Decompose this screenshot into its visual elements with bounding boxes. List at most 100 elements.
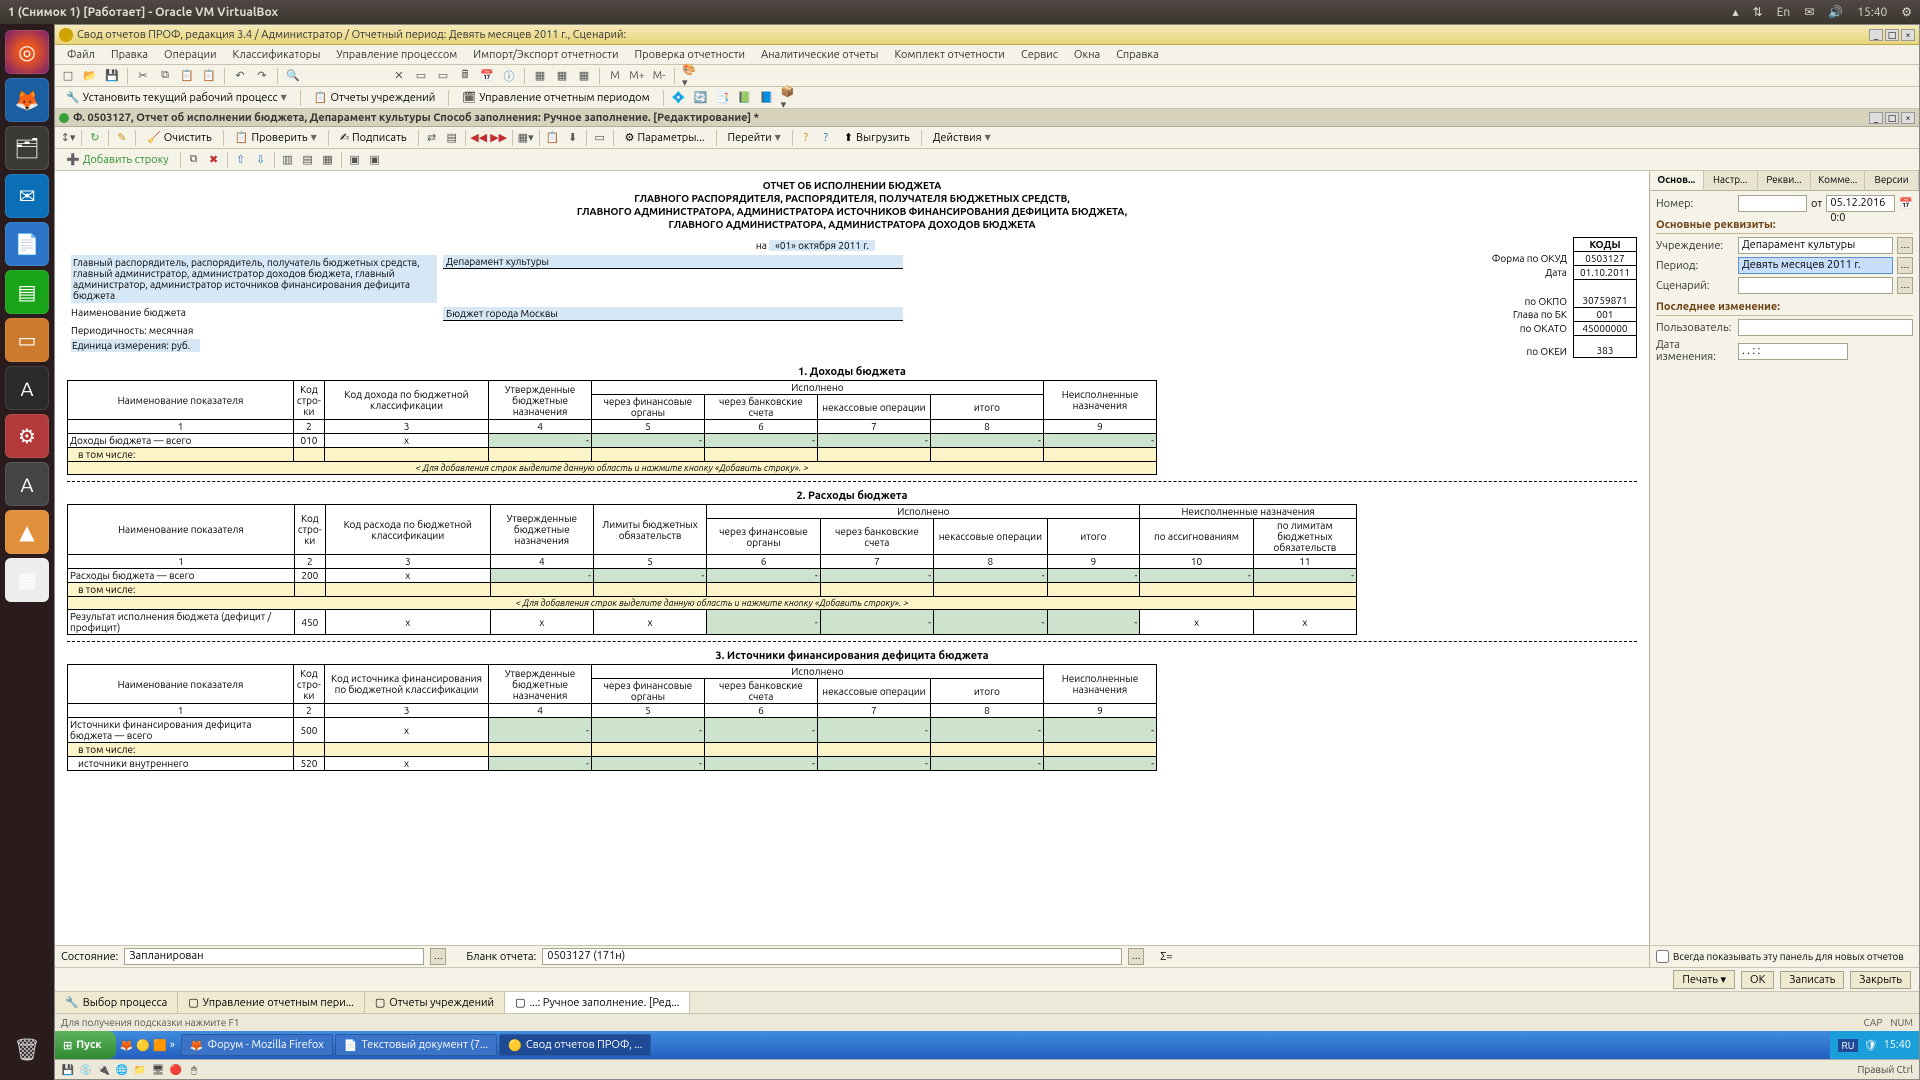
row-down-icon[interactable]: ⇩ <box>252 151 270 169</box>
chgdate-field[interactable]: . . : : <box>1738 343 1848 360</box>
tb2-i1[interactable]: 💠 <box>670 89 688 107</box>
menu-kit[interactable]: Комплект отчетности <box>888 47 1010 63</box>
reports-button[interactable]: 📋 Отчеты учреждений <box>307 88 443 107</box>
period-field[interactable]: Девять месяцев 2011 г. <box>1738 257 1893 274</box>
menu-check[interactable]: Проверка отчетности <box>629 47 751 63</box>
start-button[interactable]: ⊞ Пуск <box>55 1031 116 1059</box>
add-row-button[interactable]: ➕ Добавить строку <box>59 150 176 169</box>
ctx-i1[interactable]: ↕▾ <box>59 129 77 147</box>
gear-icon[interactable]: ⚙ <box>1901 5 1912 19</box>
ctx-help2[interactable]: ? <box>817 129 835 147</box>
minimize-button[interactable]: _ <box>1869 29 1883 41</box>
files-icon[interactable]: 🗂 <box>5 126 49 170</box>
clear-button[interactable]: 🧹 Очистить <box>140 128 219 147</box>
keyboard-lang[interactable]: En <box>1777 6 1791 19</box>
undo-icon[interactable]: ↶ <box>231 67 249 85</box>
tab-comments[interactable]: Комме... <box>1811 171 1865 190</box>
set-process-button[interactable]: 🔧 Установить текущий рабочий процесс▼ <box>59 88 294 107</box>
sources-table[interactable]: Наименование показателя Код стро-ки Код … <box>67 664 1157 771</box>
tab-req[interactable]: Рекви... <box>1758 171 1812 190</box>
workspace-icon[interactable]: ▦ <box>5 558 49 602</box>
menu-class[interactable]: Классификаторы <box>226 47 326 63</box>
period-picker[interactable]: … <box>1897 257 1913 274</box>
xp-tray-icon[interactable]: 🛡 <box>1864 1039 1878 1052</box>
close-button[interactable]: × <box>1901 29 1915 41</box>
menu-service[interactable]: Сервис <box>1015 47 1064 63</box>
clock[interactable]: 15:40 <box>1857 6 1887 19</box>
check-button[interactable]: 📋 Проверить▼ <box>228 128 324 147</box>
menu-windows[interactable]: Окна <box>1068 47 1106 63</box>
tb2-i2[interactable]: 🔄 <box>692 89 710 107</box>
expense-table[interactable]: Наименование показателя Код стро-ки Код … <box>67 504 1357 635</box>
org-picker[interactable]: … <box>1897 237 1913 254</box>
period-button[interactable]: 🗓 Управление отчетным периодом <box>455 88 656 107</box>
tab-versions[interactable]: Версии <box>1865 171 1919 190</box>
user-field[interactable] <box>1738 319 1913 336</box>
ctx-i8[interactable]: ▶▶ <box>490 129 508 147</box>
sound-icon[interactable]: 🔊 <box>1828 5 1843 19</box>
doc-max-button[interactable]: □ <box>1885 112 1899 124</box>
sign-button[interactable]: ✍ Подписать <box>333 128 414 147</box>
ctx-i11[interactable]: ⬇ <box>564 129 582 147</box>
ctx-i12[interactable]: ▭ <box>591 129 609 147</box>
copy-row-icon[interactable]: ⧉ <box>185 151 203 169</box>
ctx-refresh[interactable]: ↻ <box>86 129 104 147</box>
ctx-i9[interactable]: ▦▾ <box>517 129 535 147</box>
menu-ops[interactable]: Операции <box>158 47 222 63</box>
ql-chev[interactable]: » <box>170 1039 175 1052</box>
state-field[interactable]: Запланирован <box>124 948 424 965</box>
ctx-help1[interactable]: ? <box>797 129 815 147</box>
tb2-i6[interactable]: 📦▾ <box>780 89 798 107</box>
always-show-checkbox[interactable] <box>1656 950 1669 963</box>
rt-i1[interactable]: ▥ <box>279 151 297 169</box>
updater-icon[interactable]: A <box>5 462 49 506</box>
menu-import[interactable]: Импорт/Экспорт отчетности <box>467 47 624 63</box>
menu-analyt[interactable]: Аналитические отчеты <box>755 47 885 63</box>
ctx-i5[interactable]: ⇄ <box>423 129 441 147</box>
wintab-reports[interactable]: ▢ Отчеты учреждений <box>365 992 505 1013</box>
maximize-button[interactable]: □ <box>1885 29 1899 41</box>
menu-help[interactable]: Справка <box>1110 47 1165 63</box>
vlc-icon[interactable]: ▲ <box>5 510 49 554</box>
mminus-btn[interactable]: M- <box>650 67 668 85</box>
calc-icon[interactable]: 🖩 <box>456 67 474 85</box>
paste-icon[interactable]: 📋 <box>178 67 196 85</box>
tb2-i4[interactable]: 📗 <box>736 89 754 107</box>
writer-icon[interactable]: 📄 <box>5 222 49 266</box>
thunderbird-icon[interactable]: ✉ <box>5 174 49 218</box>
task-1c[interactable]: 🟡 Свод отчетов ПРОФ, ... <box>499 1034 651 1056</box>
menu-process[interactable]: Управление процессом <box>330 47 463 63</box>
state-picker[interactable]: … <box>430 948 446 965</box>
style-icon[interactable]: 🎨▾ <box>681 67 699 85</box>
actions-button[interactable]: Действия▼ <box>926 129 998 147</box>
grid1-icon[interactable]: ▦ <box>531 67 549 85</box>
goto-button[interactable]: Перейти▼ <box>721 129 788 147</box>
tb-x1[interactable]: ✕ <box>390 67 408 85</box>
date-field[interactable]: 05.12.2016 0:0 <box>1826 195 1895 212</box>
close-button-doc[interactable]: Закрыть <box>1850 971 1911 989</box>
tb2-i3[interactable]: 📑 <box>714 89 732 107</box>
find-icon[interactable]: 🔍 <box>284 67 302 85</box>
menu-file[interactable]: Файл <box>61 47 101 63</box>
ql-1c[interactable]: 🟡 <box>136 1039 150 1052</box>
m-btn[interactable]: M <box>606 67 624 85</box>
dash-icon[interactable]: ◎ <box>5 30 49 74</box>
task-text[interactable]: 📄 Текстовый документ (7... <box>335 1034 497 1056</box>
mail-icon[interactable]: ✉ <box>1804 5 1814 19</box>
tb-x3[interactable]: ▭ <box>434 67 452 85</box>
save-button[interactable]: Записать <box>1780 971 1844 989</box>
rt-i2[interactable]: ▤ <box>299 151 317 169</box>
redo-icon[interactable]: ↷ <box>253 67 271 85</box>
vlc-tray-icon[interactable]: ▴ <box>1733 5 1739 19</box>
wintab-current[interactable]: ▢ ...: Ручное заполнение. [Ред... <box>505 992 690 1013</box>
report-scroll-area[interactable]: ОТЧЕТ ОБ ИСПОЛНЕНИИ БЮДЖЕТА ГЛАВНОГО РАС… <box>55 171 1649 945</box>
menu-edit[interactable]: Правка <box>105 47 154 63</box>
rt-i4[interactable]: ▣ <box>346 151 364 169</box>
trash-icon[interactable]: 🗑 <box>5 1028 49 1072</box>
firefox-icon[interactable]: 🦊 <box>5 78 49 122</box>
ctx-edit[interactable]: ✎ <box>113 129 131 147</box>
cal-icon[interactable]: 📅 <box>478 67 496 85</box>
tab-main[interactable]: Основ... <box>1650 171 1704 190</box>
org-field[interactable]: Депарамент культуры <box>1738 237 1893 254</box>
xp-lang[interactable]: RU <box>1838 1039 1857 1052</box>
